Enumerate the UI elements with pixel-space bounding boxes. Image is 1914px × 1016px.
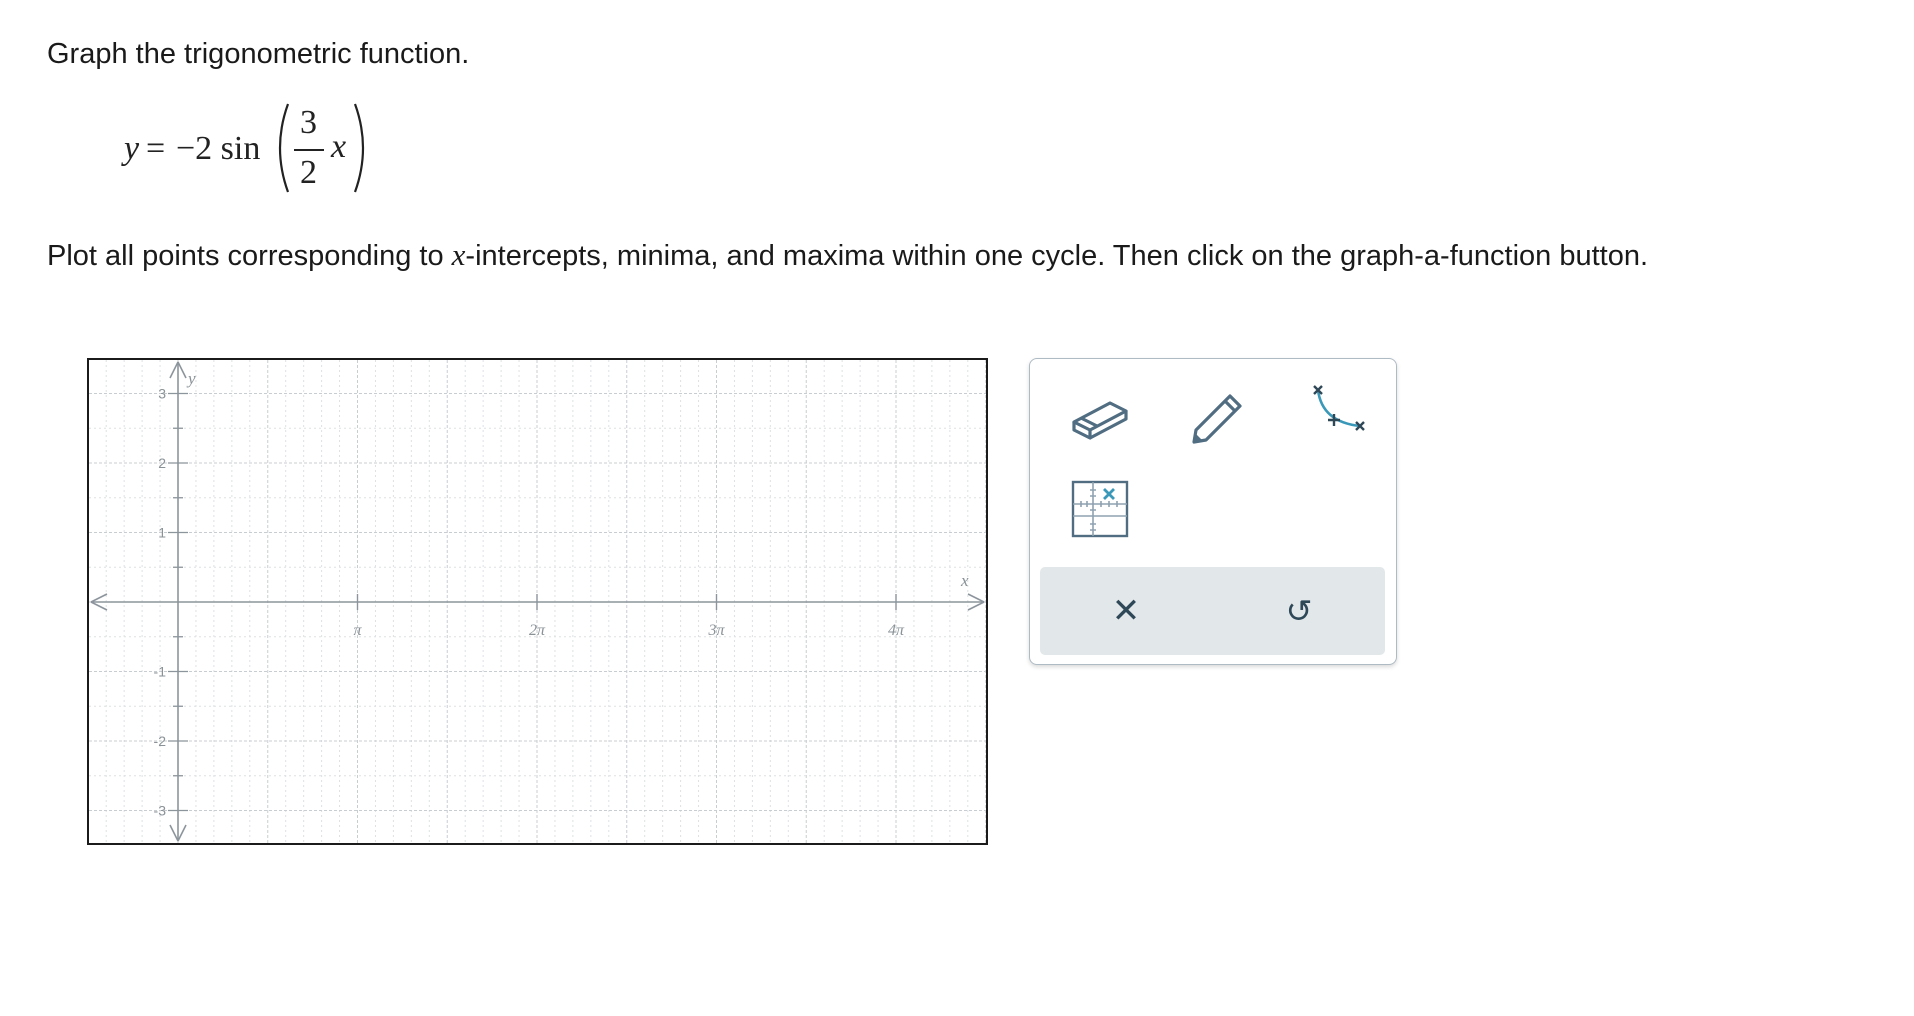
- undo-icon: ↺: [1285, 592, 1313, 630]
- y-tick-label: -1: [154, 664, 167, 680]
- equation-equals: =: [146, 130, 166, 167]
- point-plot-button[interactable]: [1065, 477, 1135, 543]
- y-axis-label: y: [186, 369, 196, 388]
- x-axis-label: x: [960, 571, 969, 590]
- graph-svg[interactable]: x y π 2π 3π 4π 3 2 1 -1 -2 -3: [89, 360, 986, 843]
- graph-a-function-button[interactable]: [1305, 379, 1375, 445]
- equation-coefficient: −2 sin: [176, 130, 261, 167]
- tool-panel: ✕ ↺: [1029, 358, 1397, 665]
- instructions-after: -intercepts, minima, and maxima within o…: [465, 240, 1649, 272]
- eraser-icon: [1072, 401, 1128, 440]
- graph-canvas[interactable]: x y π 2π 3π 4π 3 2 1 -1 -2 -3: [87, 358, 988, 845]
- pencil-icon: [1192, 394, 1242, 444]
- prompt-text: Graph the trigonometric function.: [47, 38, 470, 70]
- y-tick-label: -3: [154, 803, 167, 819]
- right-paren: [353, 103, 365, 193]
- action-bar: ✕ ↺: [1040, 567, 1385, 655]
- instructions-before: Plot all points corresponding to: [47, 240, 452, 272]
- fraction-bar: [294, 149, 324, 151]
- close-icon: ✕: [1111, 591, 1141, 631]
- equation-numerator: 3: [300, 104, 317, 141]
- y-tick-label: 1: [158, 525, 166, 541]
- clear-button[interactable]: ✕: [1096, 581, 1156, 641]
- instructions-text: Plot all points corresponding to x-inter…: [47, 237, 1648, 273]
- left-paren: [278, 103, 290, 193]
- x-tick-label: 4π: [888, 622, 905, 639]
- x-tick-label: 2π: [529, 622, 546, 639]
- x-tick-label: π: [353, 622, 362, 639]
- eraser-button[interactable]: [1065, 383, 1135, 449]
- equation-variable: x: [331, 128, 347, 165]
- y-tick-label: 2: [158, 455, 166, 471]
- equation-denominator: 2: [300, 154, 317, 191]
- equation-lhs: y: [124, 130, 140, 167]
- instructions-variable: x: [451, 237, 466, 272]
- x-tick-label: 3π: [707, 622, 725, 639]
- y-tick-label: 3: [158, 386, 166, 402]
- point-plot-icon: [1071, 480, 1129, 538]
- graph-a-function-icon: [1313, 385, 1365, 431]
- pencil-button[interactable]: [1183, 381, 1253, 447]
- undo-button[interactable]: ↺: [1269, 581, 1329, 641]
- y-tick-label: -2: [154, 733, 167, 749]
